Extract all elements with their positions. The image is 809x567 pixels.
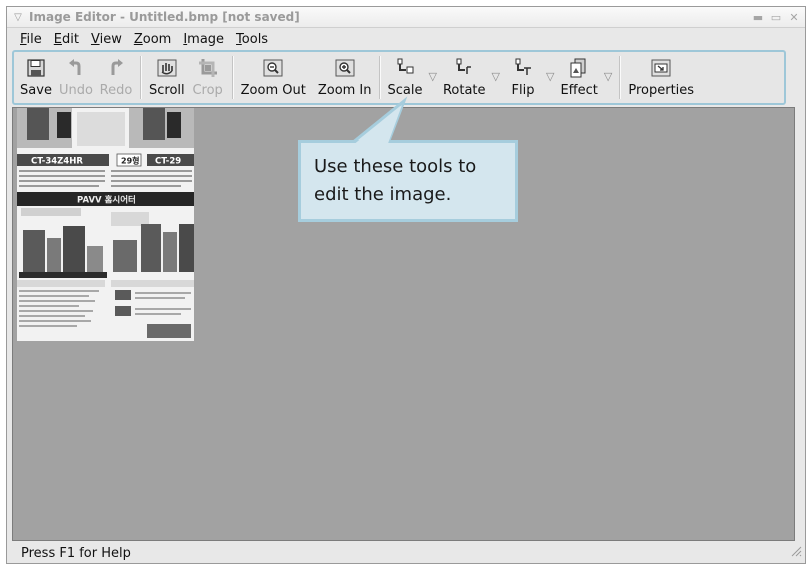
rotate-label: Rotate: [442, 83, 486, 98]
menu-bar: File Edit View Zoom Image Tools: [7, 28, 805, 50]
zoom-in-button[interactable]: Zoom In: [315, 53, 375, 102]
zoom-out-label: Zoom Out: [240, 83, 306, 98]
properties-icon: [651, 57, 671, 79]
menu-tools[interactable]: Tools: [231, 32, 273, 47]
menu-image[interactable]: Image: [178, 32, 229, 47]
callout-text: Use these tools to edit the image.: [314, 156, 477, 205]
redo-button[interactable]: Redo: [96, 53, 136, 102]
toolbar-highlight: Save Undo Redo Scroll Crop Zoom Out Zoom…: [12, 50, 786, 105]
toolbar-separator: [140, 56, 142, 99]
save-label: Save: [20, 83, 52, 98]
image-editor-window: ▽ Image Editor - Untitled.bmp [not saved…: [6, 6, 806, 564]
model-left-text: CT-34Z4HR: [31, 157, 83, 167]
redo-label: Redo: [99, 83, 133, 98]
hand-icon: [157, 57, 177, 79]
zoom-in-label: Zoom In: [317, 83, 372, 98]
zoom-out-icon: [263, 57, 283, 79]
crop-label: Crop: [192, 83, 223, 98]
minimize-icon[interactable]: ▬: [751, 11, 765, 24]
effect-label: Effect: [560, 83, 598, 98]
flip-dropdown-icon[interactable]: ▽: [543, 51, 557, 102]
status-bar: Press F1 for Help: [7, 543, 805, 563]
effect-icon: [569, 57, 589, 79]
properties-button[interactable]: Properties: [625, 53, 697, 102]
flip-icon: [513, 57, 533, 79]
crop-button[interactable]: Crop: [188, 53, 228, 102]
undo-button[interactable]: Undo: [56, 53, 96, 102]
toolbar: Save Undo Redo Scroll Crop Zoom Out Zoom…: [16, 53, 782, 102]
toolbar-separator: [619, 56, 622, 99]
resize-grip-icon[interactable]: [790, 545, 802, 561]
banner-text: PAVV 홈시어터: [77, 195, 136, 206]
flip-button[interactable]: Flip: [503, 53, 543, 102]
window-menu-icon[interactable]: ▽: [9, 12, 27, 23]
menu-file[interactable]: File: [15, 32, 47, 47]
save-button[interactable]: Save: [16, 53, 56, 102]
rotate-button[interactable]: Rotate: [440, 53, 489, 102]
status-text: Press F1 for Help: [21, 545, 131, 561]
rotate-dropdown-icon[interactable]: ▽: [489, 51, 503, 102]
zoom-in-icon: [335, 57, 355, 79]
undo-arrow-icon: [67, 57, 85, 79]
properties-label: Properties: [628, 83, 695, 98]
menu-zoom[interactable]: Zoom: [129, 32, 176, 47]
maximize-icon[interactable]: ▭: [769, 11, 783, 24]
crop-icon: [198, 57, 218, 79]
scale-dropdown-icon[interactable]: ▽: [426, 51, 440, 102]
redo-arrow-icon: [107, 57, 125, 79]
menu-view[interactable]: View: [86, 32, 127, 47]
title-bar[interactable]: ▽ Image Editor - Untitled.bmp [not saved…: [7, 7, 805, 28]
scale-label: Scale: [387, 83, 423, 98]
model-right-text: CT-29: [155, 157, 181, 167]
close-icon[interactable]: ✕: [787, 11, 801, 24]
menu-edit[interactable]: Edit: [49, 32, 84, 47]
scroll-label: Scroll: [149, 83, 185, 98]
section-text: 29형: [121, 156, 140, 166]
flip-label: Flip: [511, 83, 535, 98]
scale-button[interactable]: Scale: [385, 53, 426, 102]
image-thumbnail: CT-34Z4HR 29형 CT-29 PAVV 홈시어터: [17, 108, 194, 341]
floppy-disk-icon: [27, 57, 45, 79]
brochure-image: CT-34Z4HR 29형 CT-29 PAVV 홈시어터: [17, 108, 194, 341]
zoom-out-button[interactable]: Zoom Out: [238, 53, 309, 102]
scroll-button[interactable]: Scroll: [146, 53, 188, 102]
tooltip-callout: Use these tools to edit the image.: [298, 140, 518, 222]
toolbar-separator: [231, 56, 234, 99]
toolbar-separator: [378, 56, 381, 99]
effect-button[interactable]: Effect: [557, 53, 600, 102]
window-title: Image Editor - Untitled.bmp [not saved]: [29, 10, 300, 24]
rotate-icon: [454, 57, 474, 79]
undo-label: Undo: [59, 83, 93, 98]
effect-dropdown-icon[interactable]: ▽: [601, 51, 615, 102]
scale-icon: [395, 57, 415, 79]
